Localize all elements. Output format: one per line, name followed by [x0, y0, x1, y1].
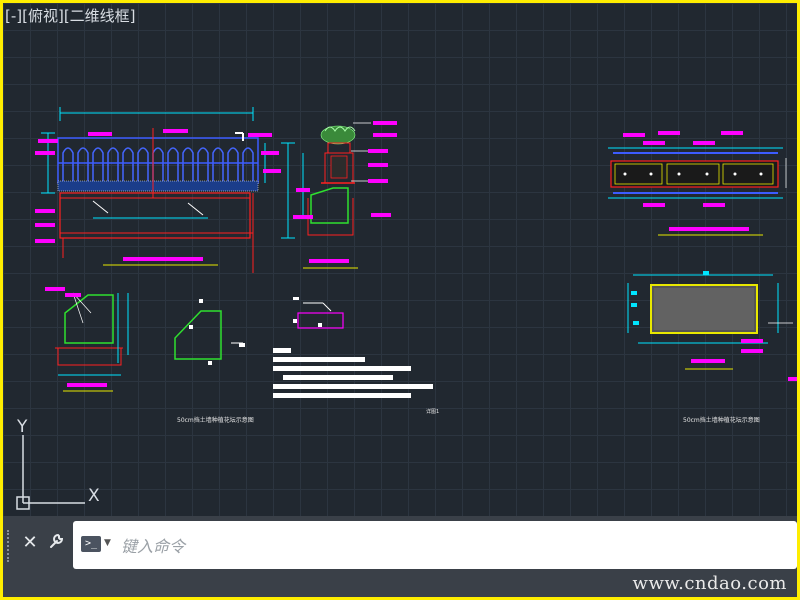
wrench-icon[interactable]: [45, 532, 67, 554]
section-b-b: [627, 271, 797, 381]
caption-center-mark: 详图1: [426, 409, 440, 415]
ucs-y-label: Y: [17, 417, 28, 437]
command-input-box[interactable]: >_ ▼: [73, 521, 797, 569]
command-prompt-icon[interactable]: >_: [81, 536, 101, 552]
section-detail-left: [45, 287, 129, 392]
notes-text-block: [273, 348, 433, 398]
drawing-canvas[interactable]: 50cm挡土墙种植花坛示意图 详图1 50cm挡土墙种植花坛示意图 Y X [-…: [3, 3, 797, 516]
viewport-controls-label[interactable]: [-][俯视][二维线框]: [5, 5, 136, 26]
command-line-bar: ✕ >_ ▼: [3, 516, 797, 574]
ucs-icon: [16, 435, 85, 510]
curb-detail: [174, 299, 245, 365]
command-input[interactable]: [119, 531, 783, 561]
fence-elevation: [35, 107, 281, 273]
caption-left-title: 50cm挡土墙种植花坛示意图: [177, 417, 254, 424]
bolt-detail: [293, 297, 344, 329]
wrench-icon-graphic: [50, 533, 64, 548]
chevron-down-icon[interactable]: ▼: [104, 538, 111, 548]
ucs-x-label: X: [88, 486, 100, 506]
cad-drawing: [16, 107, 797, 510]
drag-handle[interactable]: [7, 530, 13, 562]
cad-window: 50cm挡土墙种植花坛示意图 详图1 50cm挡土墙种植花坛示意图 Y X [-…: [3, 3, 797, 597]
section-a-a: [281, 121, 397, 269]
planter-plan: [608, 131, 787, 236]
close-icon[interactable]: ✕: [19, 532, 41, 554]
caption-right-title: 50cm挡土墙种植花坛示意图: [683, 417, 760, 424]
watermark-text: www.cndao.com: [632, 573, 787, 594]
